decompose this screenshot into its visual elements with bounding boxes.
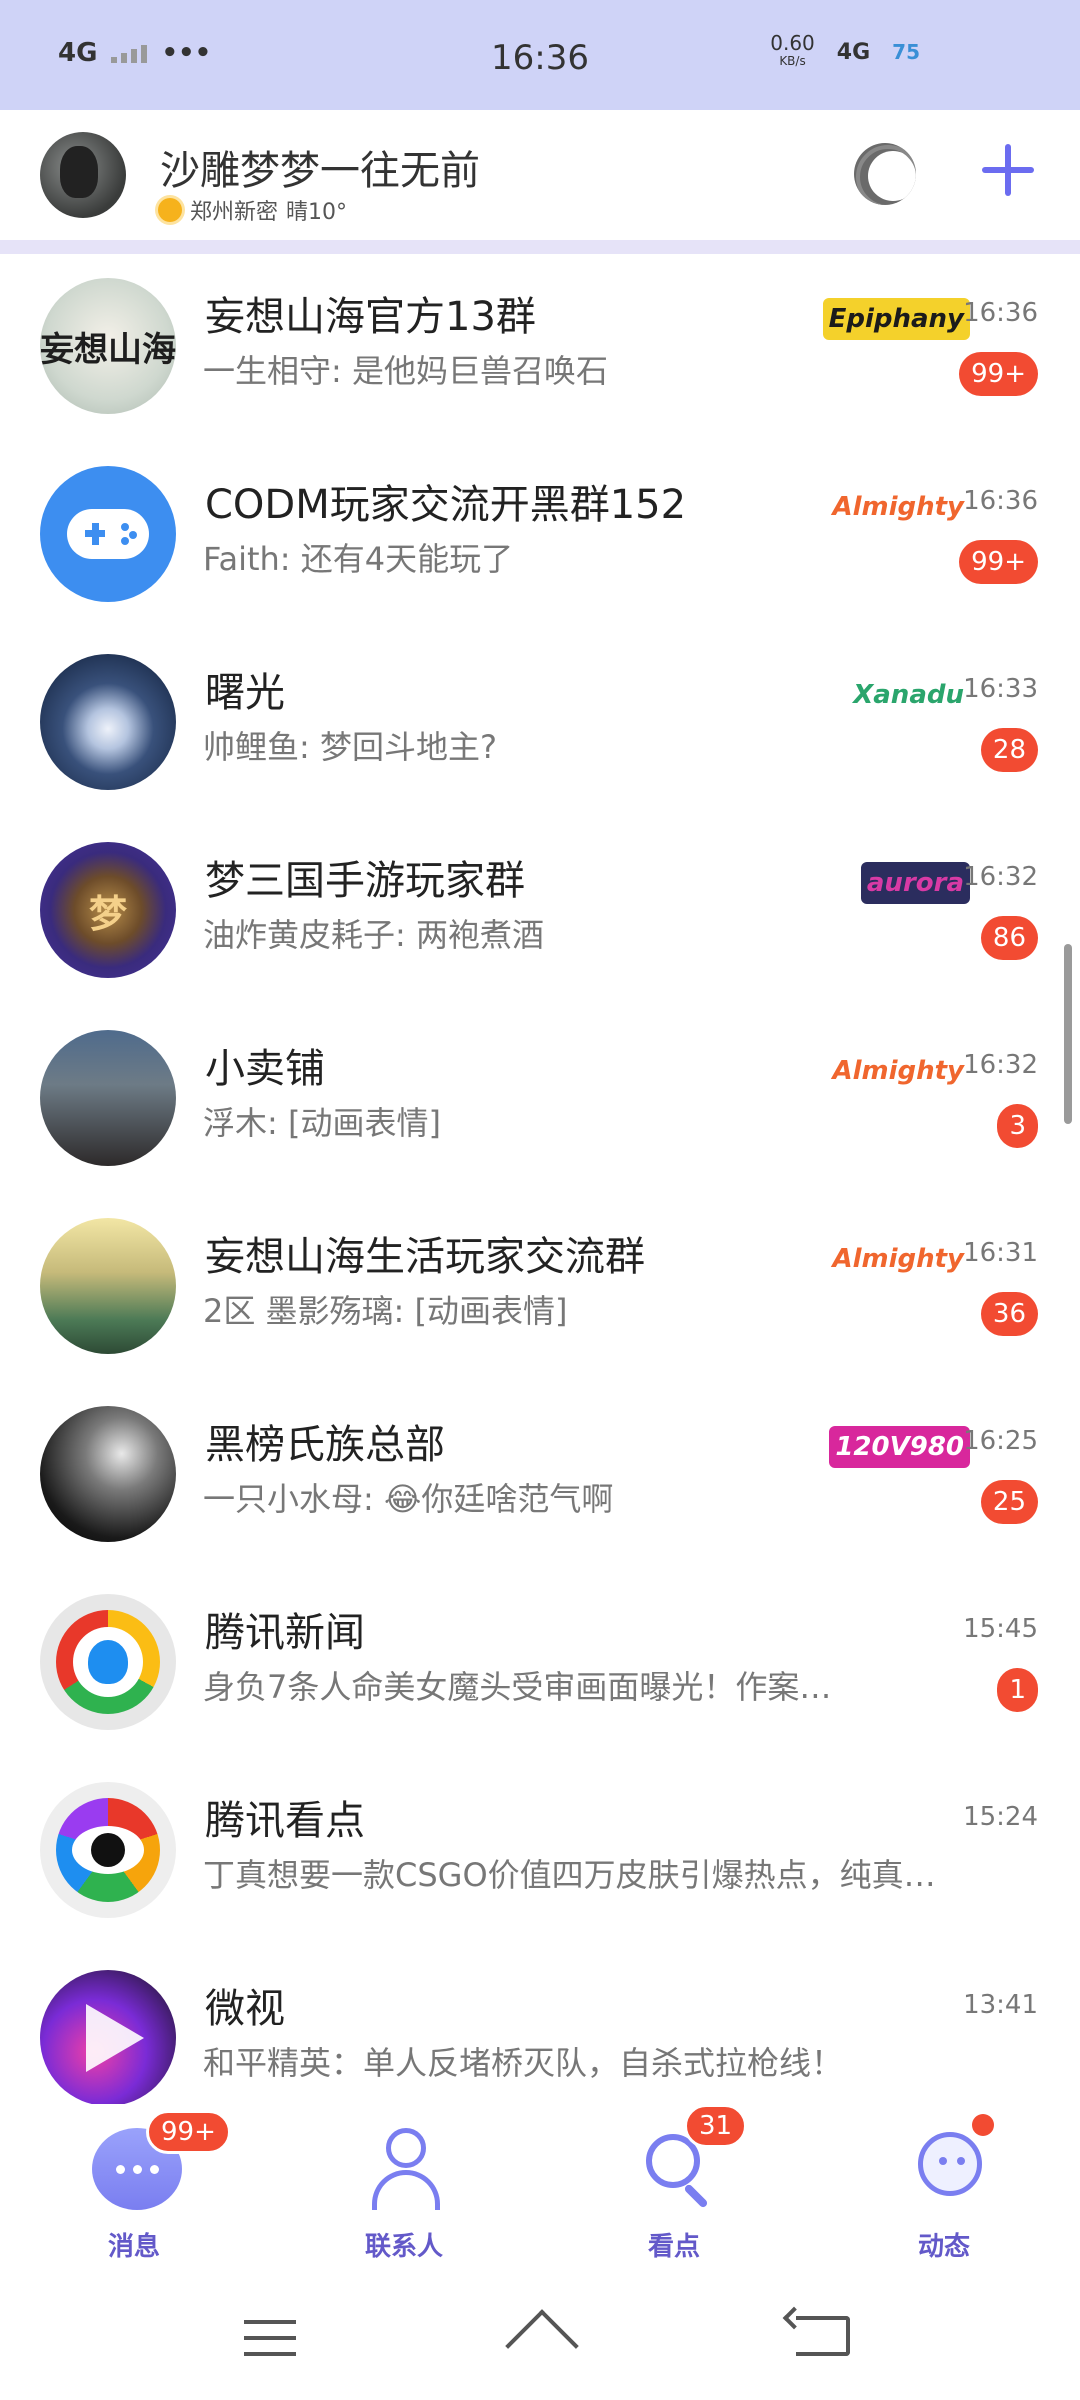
- chat-title: 微视: [205, 1986, 285, 2032]
- weishi-play-icon: [40, 1970, 176, 2104]
- chat-time: 15:45: [963, 1614, 1038, 1644]
- group-avatar: 妄想山海: [40, 278, 176, 414]
- group-avatar: [40, 1406, 176, 1542]
- menu-icon[interactable]: [244, 2320, 296, 2356]
- unread-badge: 1: [997, 1668, 1038, 1712]
- tab-label: 消息: [107, 2232, 160, 2262]
- user-avatar[interactable]: [40, 132, 126, 218]
- chat-item[interactable]: 梦 梦三国手游玩家群 油炸黄皮耗子: 两袍煮酒 aurora 16:32 86: [0, 818, 1080, 1006]
- chat-preview: 丁真想要一款CSGO价值四万皮肤引爆热点，纯真…: [203, 1856, 936, 1894]
- tencent-news-icon: [40, 1594, 176, 1730]
- group-avatar: [40, 1218, 176, 1354]
- chat-item[interactable]: 小卖铺 浮木: [动画表情] Almighty 16:32 3: [0, 1006, 1080, 1194]
- scrollbar[interactable]: [1064, 944, 1072, 1124]
- member-tag: Almighty: [832, 1056, 964, 1086]
- chat-preview: 帅鲤鱼: 梦回斗地主?: [203, 728, 497, 766]
- chat-title: 腾讯看点: [205, 1798, 365, 1844]
- chat-time: 16:31: [963, 1238, 1038, 1268]
- add-plus-icon[interactable]: [978, 140, 1038, 200]
- status-bar: 4G ••• 16:36 0.60 KB/s 4G 75: [0, 0, 1080, 110]
- member-tag: aurora: [860, 862, 970, 904]
- mobile-data-indicator: 4G: [836, 39, 871, 65]
- chat-preview: 2区 墨影殇璃: [动画表情]: [203, 1292, 568, 1330]
- chat-preview: 一只小水母: 😂你廷啥范气啊: [203, 1480, 614, 1518]
- unread-badge: 25: [980, 1480, 1038, 1524]
- contacts-icon: [354, 2122, 454, 2222]
- chat-time: 15:24: [963, 1802, 1038, 1832]
- tab-label: 联系人: [364, 2232, 443, 2262]
- home-icon[interactable]: [506, 2314, 574, 2360]
- chat-title: 梦三国手游玩家群: [205, 858, 525, 904]
- chat-item[interactable]: 微视 和平精英：单人反堵桥灭队，自杀式拉枪线！ 13:41: [0, 1946, 1080, 2104]
- member-tag: Epiphany: [822, 298, 970, 340]
- username[interactable]: 沙雕梦梦一往无前: [160, 138, 480, 196]
- tab-discover[interactable]: 31 看点: [574, 2104, 774, 2274]
- chat-preview: Faith: 还有4天能玩了: [203, 540, 514, 578]
- member-tag: Xanadu: [853, 680, 964, 710]
- chat-item[interactable]: 妄想山海 妄想山海官方13群 一生相守: 是他妈巨兽召唤石 Epiphany 1…: [0, 254, 1080, 442]
- tab-label: 看点: [647, 2232, 700, 2262]
- discover-badge: 31: [684, 2104, 748, 2148]
- app-header: 沙雕梦梦一往无前 郑州新密 晴10°: [0, 110, 1080, 240]
- chat-title: 妄想山海官方13群: [205, 294, 536, 340]
- sun-icon: [158, 198, 182, 222]
- group-avatar: [40, 1030, 176, 1166]
- chat-list[interactable]: 妄想山海 妄想山海官方13群 一生相守: 是他妈巨兽召唤石 Epiphany 1…: [0, 254, 1080, 2104]
- night-mode-icon[interactable]: [854, 143, 916, 205]
- chat-item[interactable]: 腾讯新闻 身负7条人命美女魔头受审画面曝光！作案… 15:45 1: [0, 1570, 1080, 1758]
- messages-badge: 99+: [146, 2110, 231, 2154]
- unread-badge: 36: [980, 1292, 1038, 1336]
- back-icon[interactable]: [796, 2316, 850, 2356]
- tab-contacts[interactable]: 联系人: [304, 2104, 504, 2274]
- chat-time: 13:41: [963, 1990, 1038, 2020]
- group-avatar: 梦: [40, 842, 176, 978]
- chat-item[interactable]: 曙光 帅鲤鱼: 梦回斗地主? Xanadu 16:33 28: [0, 630, 1080, 818]
- member-tag: 120V980: [829, 1426, 970, 1468]
- chat-time: 16:32: [963, 1050, 1038, 1080]
- location: 郑州新密: [190, 200, 279, 225]
- tab-label: 动态: [917, 2232, 970, 2262]
- chat-title: 小卖铺: [205, 1046, 325, 1092]
- member-tag: Almighty: [832, 492, 964, 522]
- chat-title: CODM玩家交流开黑群152: [205, 482, 687, 528]
- chat-title: 妄想山海生活玩家交流群: [205, 1234, 645, 1280]
- system-nav-bar: [0, 2274, 1080, 2400]
- battery-indicator: 75: [892, 40, 920, 64]
- chat-preview: 浮木: [动画表情]: [203, 1104, 441, 1142]
- unread-badge: 86: [980, 916, 1038, 960]
- weather-info[interactable]: 郑州新密 晴10°: [158, 194, 347, 226]
- chat-item[interactable]: 腾讯看点 丁真想要一款CSGO价值四万皮肤引爆热点，纯真… 15:24: [0, 1758, 1080, 1946]
- chat-time: 16:33: [963, 674, 1038, 704]
- chat-title: 黑榜氏族总部: [205, 1422, 445, 1468]
- group-avatar: [40, 654, 176, 790]
- unread-badge: 3: [997, 1104, 1038, 1148]
- member-tag: Almighty: [832, 1244, 964, 1274]
- chat-preview: 一生相守: 是他妈巨兽召唤石: [203, 352, 608, 390]
- tencent-kandian-icon: [40, 1782, 176, 1918]
- chat-preview: 和平精英：单人反堵桥灭队，自杀式拉枪线！: [203, 2044, 844, 2082]
- bottom-tab-bar: 99+ 消息 联系人 31 看点 动态: [0, 2104, 1080, 2274]
- header-divider: [0, 240, 1080, 254]
- chat-time: 16:36: [963, 298, 1038, 328]
- chat-preview: 油炸黄皮耗子: 两袍煮酒: [203, 916, 544, 954]
- chat-item[interactable]: CODM玩家交流开黑群152 Faith: 还有4天能玩了 Almighty 1…: [0, 442, 1080, 630]
- chat-preview: 身负7条人命美女魔头受审画面曝光！作案…: [203, 1668, 832, 1706]
- chat-title: 曙光: [205, 670, 285, 716]
- face-icon: [894, 2122, 994, 2222]
- gamepad-avatar-icon: [40, 466, 176, 602]
- tab-messages[interactable]: 99+ 消息: [34, 2104, 234, 2274]
- chat-time: 16:32: [963, 862, 1038, 892]
- unread-badge: 99+: [959, 352, 1038, 396]
- unread-badge: 99+: [959, 540, 1038, 584]
- chat-item[interactable]: 黑榜氏族总部 一只小水母: 😂你廷啥范气啊 120V980 16:25 25: [0, 1382, 1080, 1570]
- tab-moments[interactable]: 动态: [844, 2104, 1044, 2274]
- chat-time: 16:36: [963, 486, 1038, 516]
- new-dot: [972, 2114, 994, 2136]
- chat-title: 腾讯新闻: [205, 1610, 365, 1656]
- chat-time: 16:25: [963, 1426, 1038, 1456]
- weather-text: 晴10°: [286, 200, 348, 225]
- unread-badge: 28: [980, 728, 1038, 772]
- chat-item[interactable]: 妄想山海生活玩家交流群 2区 墨影殇璃: [动画表情] Almighty 16:…: [0, 1194, 1080, 1382]
- network-speed: 0.60 KB/s: [770, 31, 815, 68]
